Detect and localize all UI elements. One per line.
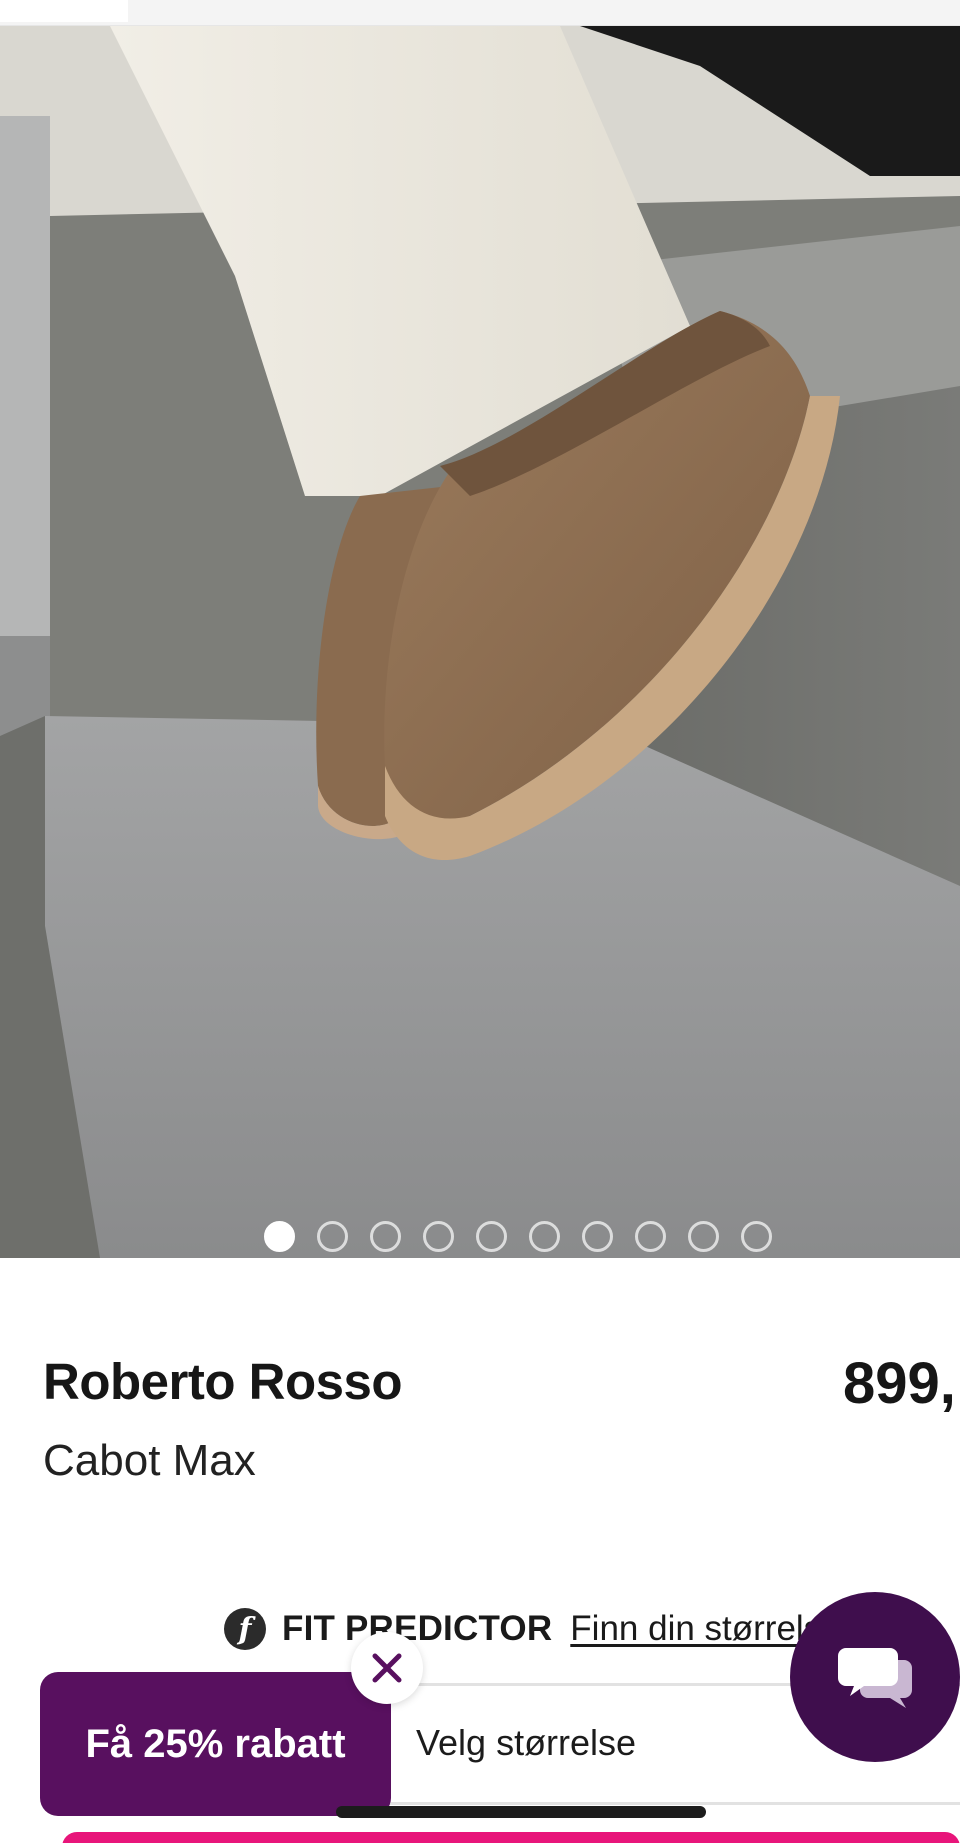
pagination-dot[interactable] <box>741 1221 772 1252</box>
close-icon[interactable] <box>351 1632 423 1704</box>
pagination-dot[interactable] <box>370 1221 401 1252</box>
top-bar <box>0 0 960 26</box>
fit-predictor-logo-icon: f <box>224 1608 266 1650</box>
pagination-dot-active[interactable] <box>264 1221 295 1252</box>
chat-bubbles-icon <box>838 1648 912 1708</box>
product-photo <box>0 26 960 1258</box>
size-selector-label: Velg størrelse <box>416 1722 637 1763</box>
discount-promo-button[interactable]: Få 25% rabatt <box>40 1672 391 1816</box>
close-icon-glyph <box>372 1653 402 1683</box>
add-to-cart-button[interactable] <box>62 1832 960 1843</box>
product-image[interactable] <box>0 26 960 1258</box>
pagination-dot[interactable] <box>582 1221 613 1252</box>
product-price: 899, <box>843 1351 956 1416</box>
pagination-dot[interactable] <box>635 1221 666 1252</box>
product-brand[interactable]: Roberto Rosso <box>43 1352 403 1411</box>
pagination-dot[interactable] <box>529 1221 560 1252</box>
pagination-dot[interactable] <box>317 1221 348 1252</box>
pagination-dot[interactable] <box>423 1221 454 1252</box>
fit-predictor[interactable]: f FIT PREDICTOR Finn din størrelse <box>224 1606 841 1652</box>
image-pagination <box>0 1221 960 1255</box>
home-indicator <box>336 1806 706 1818</box>
pagination-dot[interactable] <box>476 1221 507 1252</box>
product-name: Cabot Max <box>43 1436 256 1485</box>
fit-predictor-title: FIT PREDICTOR <box>282 1609 553 1648</box>
discount-promo-label: Få 25% rabatt <box>85 1721 346 1766</box>
chat-button[interactable] <box>790 1592 960 1762</box>
pagination-dot[interactable] <box>688 1221 719 1252</box>
top-bar-tab <box>0 0 128 22</box>
